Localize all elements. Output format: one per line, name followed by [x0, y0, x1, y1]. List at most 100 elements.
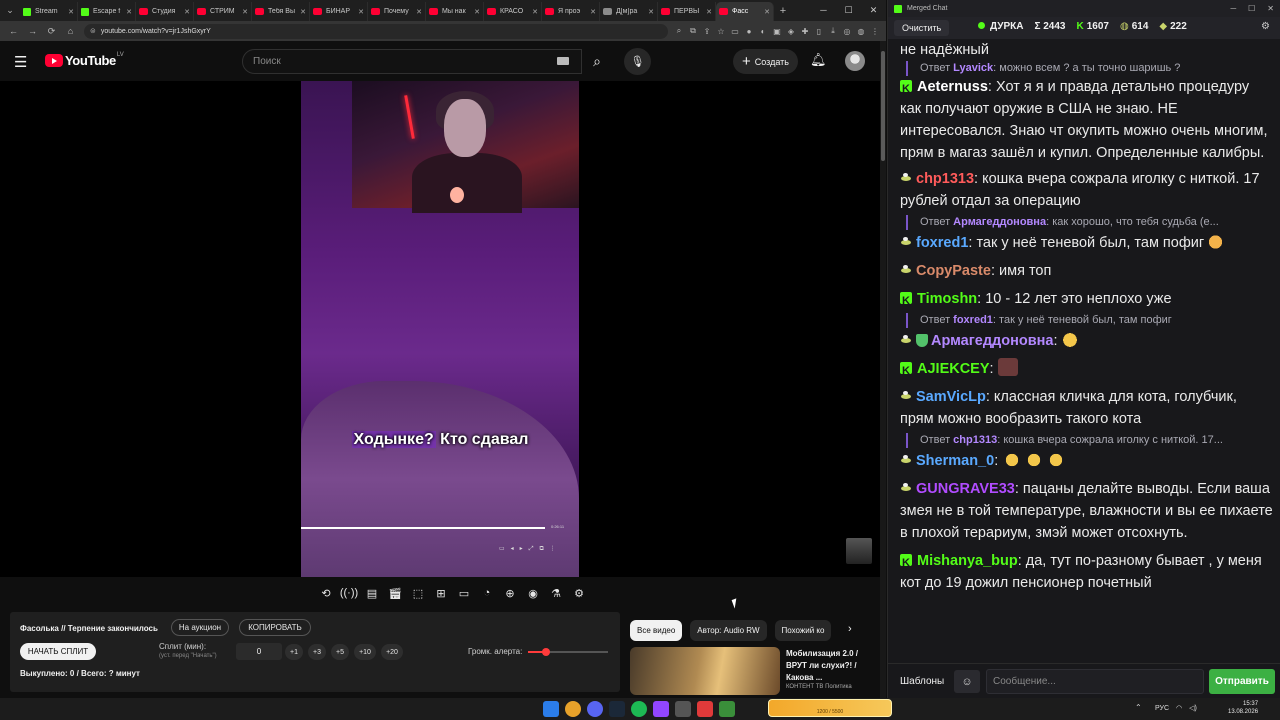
- download-icon[interactable]: ⤓: [826, 26, 840, 36]
- browser-tab[interactable]: Escape f ✕: [78, 2, 136, 21]
- frame-icon[interactable]: ⬚: [408, 584, 428, 602]
- extension-e-icon[interactable]: ◈: [784, 27, 798, 36]
- chips-next-icon[interactable]: ›: [848, 623, 852, 635]
- browser-tab[interactable]: Студия ✕: [136, 2, 194, 21]
- tab-close-icon[interactable]: ✕: [184, 8, 190, 16]
- screenshot-icon[interactable]: ◉: [523, 584, 543, 602]
- subtitles-icon[interactable]: ▤: [362, 584, 382, 602]
- guide-menu-icon[interactable]: ☰: [14, 53, 27, 71]
- extension-a-icon[interactable]: ▭: [728, 27, 742, 36]
- tab-close-icon[interactable]: ✕: [300, 8, 306, 16]
- tab-search-icon[interactable]: ⌄: [0, 0, 20, 21]
- tab-close-icon[interactable]: ✕: [764, 8, 770, 16]
- chip-all-videos[interactable]: Все видео: [630, 620, 683, 641]
- wifi-icon[interactable]: ◠: [1176, 704, 1182, 712]
- browser-tab[interactable]: Мы нак ✕: [426, 2, 484, 21]
- reply-user[interactable]: foxred1: [953, 314, 993, 326]
- app-red-icon[interactable]: [697, 701, 713, 717]
- tab-close-icon[interactable]: ✕: [416, 8, 422, 16]
- new-tab-button[interactable]: +: [774, 5, 792, 17]
- clear-chat-button[interactable]: Очистить: [894, 20, 950, 36]
- minimize-icon[interactable]: ─: [811, 5, 836, 16]
- message-user[interactable]: Армагеддоновна: [931, 333, 1053, 349]
- extension-c-icon[interactable]: ◐: [756, 27, 770, 36]
- send-button[interactable]: Отправить: [1209, 669, 1275, 694]
- clock[interactable]: 15:37 13.08.2026: [1228, 700, 1258, 716]
- tab-close-icon[interactable]: ✕: [242, 8, 248, 16]
- profile-icon[interactable]: ◍: [854, 27, 868, 36]
- extensions-puzzle-icon[interactable]: ✚: [798, 27, 812, 36]
- tab-close-icon[interactable]: ✕: [706, 8, 712, 16]
- search-button[interactable]: ⌕: [582, 49, 612, 74]
- volume-icon[interactable]: ◁): [1189, 704, 1197, 712]
- split-minutes-input[interactable]: 0: [236, 643, 282, 660]
- speed-icon[interactable]: ◔: [477, 584, 497, 602]
- alert-volume-knob[interactable]: [542, 648, 551, 656]
- add-5-button[interactable]: +5: [331, 644, 349, 660]
- tab-close-icon[interactable]: ✕: [68, 8, 74, 16]
- tab-close-icon[interactable]: ✕: [358, 8, 364, 16]
- reply-user[interactable]: Lyavick: [953, 62, 993, 74]
- video-player[interactable]: Ходынке? Кто сдавал 0:26:11 ▭◂▸⤢⧉⋮: [0, 81, 880, 577]
- browser-tab[interactable]: КРАСО ✕: [484, 2, 542, 21]
- start-split-button[interactable]: НАЧАТЬ СПЛИТ: [20, 643, 96, 660]
- chat-close-icon[interactable]: ✕: [1267, 4, 1274, 13]
- tab-close-icon[interactable]: ✕: [474, 8, 480, 16]
- recommended-channel[interactable]: КОНТЕНТ ТВ Политика: [786, 684, 852, 690]
- share-icon[interactable]: ⇪: [700, 27, 714, 36]
- message-user[interactable]: CopyPaste: [916, 263, 991, 279]
- reply-quote[interactable]: Ответ Армагеддоновна: как хорошо, что те…: [906, 215, 1274, 230]
- search-input[interactable]: Поиск: [242, 49, 582, 74]
- browser-tab[interactable]: Stream ✕: [20, 2, 78, 21]
- tab-close-icon[interactable]: ✕: [590, 8, 596, 16]
- theater-icon[interactable]: ▭: [454, 584, 474, 602]
- lens-icon[interactable]: ⌕: [672, 26, 686, 36]
- add-10-button[interactable]: +10: [354, 644, 376, 660]
- recommended-title[interactable]: Мобилизация 2.0 / ВРУТ ли слухи?! / Како…: [786, 648, 880, 684]
- tab-close-icon[interactable]: ✕: [126, 8, 132, 16]
- recommended-video[interactable]: Мобилизация 2.0 / ВРУТ ли слухи?! / Како…: [630, 647, 880, 695]
- tray-overflow-icon[interactable]: ⌃: [1135, 703, 1142, 712]
- page-scrollbar[interactable]: [880, 41, 886, 698]
- layout-icon[interactable]: ⊞: [431, 584, 451, 602]
- emoji-picker-button[interactable]: ☺: [954, 670, 980, 693]
- add-20-button[interactable]: +20: [381, 644, 403, 660]
- message-user[interactable]: foxred1: [916, 235, 968, 251]
- reload-icon[interactable]: ⟳: [42, 26, 61, 37]
- language-indicator[interactable]: РУС: [1155, 705, 1169, 712]
- steam-icon[interactable]: [609, 701, 625, 717]
- account-avatar[interactable]: [845, 51, 865, 71]
- browser-tab[interactable]: Фасс ✕: [716, 2, 774, 21]
- browser-tab[interactable]: СТРИМ ✕: [194, 2, 252, 21]
- chip-author[interactable]: Автор: Audio RW: [690, 620, 767, 641]
- audio-icon[interactable]: ((·)): [339, 584, 359, 602]
- auction-button[interactable]: На аукцион: [171, 619, 229, 636]
- browser-tab[interactable]: Тебя Вы ✕: [252, 2, 310, 21]
- browser-tab[interactable]: Д[м]ра ✕: [600, 2, 658, 21]
- twitch-icon[interactable]: [653, 701, 669, 717]
- settings-gear-icon[interactable]: ⚙: [569, 584, 589, 602]
- install-app-icon[interactable]: ⧉: [686, 26, 700, 36]
- create-button[interactable]: + Создать: [733, 49, 798, 74]
- discord-icon[interactable]: [587, 701, 603, 717]
- obs-icon[interactable]: [675, 701, 691, 717]
- recommended-thumbnail[interactable]: [630, 647, 780, 695]
- message-user[interactable]: Aeternuss: [917, 79, 988, 95]
- reply-user[interactable]: Армагеддоновна: [953, 216, 1046, 228]
- add-1-button[interactable]: +1: [285, 644, 303, 660]
- chat-settings-icon[interactable]: ⚙: [1261, 21, 1270, 32]
- keyboard-icon[interactable]: [557, 57, 569, 65]
- donation-goal-widget[interactable]: 1200 / 5500: [768, 699, 892, 717]
- app-green-icon[interactable]: [719, 701, 735, 717]
- loop-icon[interactable]: ⟲: [316, 584, 336, 602]
- message-user[interactable]: Timoshn: [917, 291, 977, 307]
- message-user[interactable]: Sherman_0: [916, 453, 994, 469]
- spotify-icon[interactable]: [631, 701, 647, 717]
- bookmark-star-icon[interactable]: ☆: [714, 27, 728, 36]
- channel-watermark[interactable]: [846, 538, 872, 564]
- site-info-icon[interactable]: ⊜: [90, 27, 96, 35]
- voice-search-button[interactable]: 🎙: [624, 48, 651, 75]
- copy-button[interactable]: КОПИРОВАТЬ: [239, 619, 311, 636]
- url-field[interactable]: ⊜ youtube.com/watch?v=jr1JshGxyrY: [84, 23, 668, 39]
- notifications-bell-icon[interactable]: 🔔︎: [810, 52, 827, 68]
